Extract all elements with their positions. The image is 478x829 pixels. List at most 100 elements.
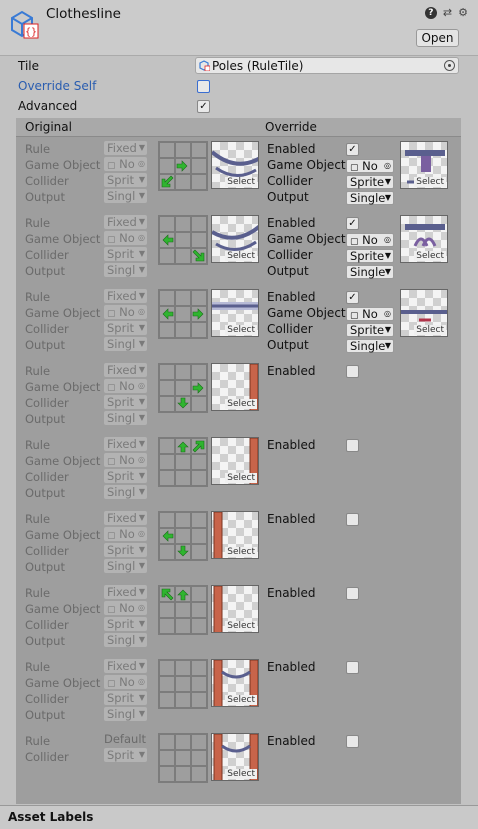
neighbor-cell[interactable] <box>175 454 191 470</box>
override-enabled-checkbox[interactable] <box>346 365 359 378</box>
neighbor-cell[interactable] <box>175 232 191 248</box>
select-label[interactable]: Select <box>414 325 446 335</box>
override-enabled-checkbox[interactable] <box>346 735 359 748</box>
rule-sprite-thumbnail[interactable]: Select <box>211 585 259 633</box>
neighbor-cell[interactable] <box>159 216 175 232</box>
override-sprite-thumbnail[interactable]: Select <box>400 289 448 337</box>
neighbor-cell[interactable] <box>159 692 175 708</box>
neighbor-cell[interactable] <box>191 676 207 692</box>
neighbor-cell[interactable] <box>159 734 175 750</box>
neighbor-grid[interactable] <box>158 215 208 265</box>
neighbor-cell[interactable] <box>175 512 191 528</box>
override-output-field[interactable]: Single ▼ <box>346 265 394 279</box>
rule-sprite-thumbnail[interactable]: Select <box>211 289 259 337</box>
override-enabled-checkbox[interactable]: ✓ <box>346 291 359 304</box>
neighbor-cell[interactable] <box>191 454 207 470</box>
neighbor-cell[interactable] <box>191 660 207 676</box>
neighbor-grid[interactable] <box>158 141 208 191</box>
open-button[interactable]: Open <box>416 29 459 47</box>
neighbor-grid[interactable] <box>158 733 208 783</box>
neighbor-cell[interactable] <box>175 174 191 190</box>
neighbor-cell[interactable] <box>191 618 207 634</box>
override-game-object-field[interactable]: ▢ No ◎ <box>346 307 394 321</box>
neighbor-cell[interactable] <box>191 232 207 248</box>
select-label[interactable]: Select <box>225 251 257 261</box>
neighbor-cell[interactable] <box>175 364 191 380</box>
select-label[interactable]: Select <box>225 399 257 409</box>
override-enabled-checkbox[interactable] <box>346 439 359 452</box>
neighbor-cell[interactable] <box>175 470 191 486</box>
neighbor-grid[interactable] <box>158 511 208 561</box>
neighbor-cell[interactable] <box>191 322 207 338</box>
neighbor-cell[interactable] <box>159 396 175 412</box>
advanced-checkbox[interactable]: ✓ <box>197 100 210 113</box>
neighbor-cell[interactable] <box>159 380 175 396</box>
neighbor-cell[interactable] <box>191 512 207 528</box>
override-enabled-checkbox[interactable]: ✓ <box>346 143 359 156</box>
override-game-object-field[interactable]: ▢ No ◎ <box>346 233 394 247</box>
asset-labels-bar[interactable]: Asset Labels <box>0 805 478 829</box>
rule-sprite-thumbnail[interactable]: Select <box>211 363 259 411</box>
neighbor-cell[interactable] <box>159 676 175 692</box>
neighbor-cell[interactable] <box>191 586 207 602</box>
neighbor-cell[interactable] <box>159 766 175 782</box>
neighbor-cell[interactable] <box>191 750 207 766</box>
neighbor-cell[interactable] <box>191 602 207 618</box>
neighbor-cell[interactable] <box>175 692 191 708</box>
override-enabled-checkbox[interactable]: ✓ <box>346 217 359 230</box>
neighbor-cell[interactable] <box>191 364 207 380</box>
neighbor-cell[interactable] <box>175 660 191 676</box>
neighbor-cell[interactable] <box>159 364 175 380</box>
gear-icon[interactable]: ⚙ <box>458 7 468 19</box>
neighbor-cell[interactable] <box>175 528 191 544</box>
neighbor-cell[interactable] <box>175 766 191 782</box>
neighbor-cell[interactable] <box>159 544 175 560</box>
neighbor-cell[interactable] <box>191 216 207 232</box>
neighbor-cell[interactable] <box>159 322 175 338</box>
neighbor-cell[interactable] <box>191 692 207 708</box>
neighbor-cell[interactable] <box>191 528 207 544</box>
neighbor-cell[interactable] <box>191 158 207 174</box>
neighbor-cell[interactable] <box>175 290 191 306</box>
select-label[interactable]: Select <box>225 769 257 779</box>
neighbor-grid[interactable] <box>158 659 208 709</box>
neighbor-cell[interactable] <box>191 290 207 306</box>
neighbor-cell[interactable] <box>159 454 175 470</box>
select-label[interactable]: Select <box>414 251 446 261</box>
neighbor-cell[interactable] <box>159 750 175 766</box>
select-label[interactable]: Select <box>225 547 257 557</box>
rule-sprite-thumbnail[interactable]: Select <box>211 511 259 559</box>
neighbor-cell[interactable] <box>159 290 175 306</box>
scrollbar[interactable] <box>465 60 473 800</box>
override-collider-field[interactable]: Sprite ▼ <box>346 323 394 337</box>
override-enabled-checkbox[interactable] <box>346 661 359 674</box>
neighbor-cell[interactable] <box>175 676 191 692</box>
neighbor-cell[interactable] <box>191 396 207 412</box>
neighbor-cell[interactable] <box>159 512 175 528</box>
override-sprite-thumbnail[interactable]: Select <box>400 141 448 189</box>
override-sprite-thumbnail[interactable]: Select <box>400 215 448 263</box>
neighbor-cell[interactable] <box>175 750 191 766</box>
preset-icon[interactable]: ⇄ <box>443 7 452 19</box>
override-output-field[interactable]: Single ▼ <box>346 339 394 353</box>
neighbor-cell[interactable] <box>191 766 207 782</box>
neighbor-cell[interactable] <box>159 248 175 264</box>
neighbor-cell[interactable] <box>191 470 207 486</box>
neighbor-cell[interactable] <box>175 216 191 232</box>
rule-sprite-thumbnail[interactable]: Select <box>211 141 259 189</box>
neighbor-cell[interactable] <box>191 142 207 158</box>
rule-sprite-thumbnail[interactable]: Select <box>211 659 259 707</box>
override-enabled-checkbox[interactable] <box>346 587 359 600</box>
object-picker-icon[interactable] <box>444 60 455 71</box>
select-label[interactable]: Select <box>225 325 257 335</box>
select-label[interactable]: Select <box>414 177 446 187</box>
neighbor-cell[interactable] <box>175 618 191 634</box>
neighbor-cell[interactable] <box>175 380 191 396</box>
neighbor-grid[interactable] <box>158 585 208 635</box>
neighbor-cell[interactable] <box>159 470 175 486</box>
override-collider-field[interactable]: Sprite ▼ <box>346 175 394 189</box>
neighbor-cell[interactable] <box>191 544 207 560</box>
neighbor-cell[interactable] <box>159 438 175 454</box>
neighbor-cell[interactable] <box>159 618 175 634</box>
neighbor-grid[interactable] <box>158 289 208 339</box>
